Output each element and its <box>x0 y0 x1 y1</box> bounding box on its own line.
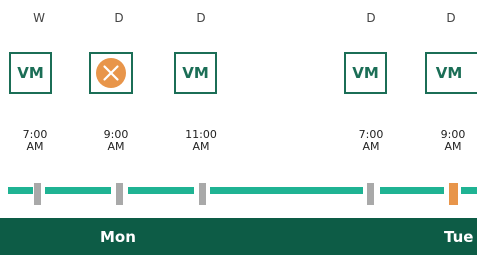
vm-tile[interactable]: VM <box>344 52 387 94</box>
track-segment <box>461 187 477 194</box>
timeline-entry[interactable]: D VM 7:00 AM <box>341 0 401 175</box>
failed-point-tick[interactable] <box>449 183 458 205</box>
time-label: 7:00 AM <box>5 129 65 153</box>
vm-tile[interactable]: VM <box>174 52 217 94</box>
backup-type-label: D <box>366 11 376 25</box>
track-segment <box>210 187 363 194</box>
restore-point-tick[interactable] <box>199 183 206 205</box>
backup-type-label: D <box>114 11 124 25</box>
time-label: 9:00 AM <box>423 129 477 153</box>
vm-tile-label: VM <box>435 64 463 82</box>
day-label-tue[interactable]: Tue <box>444 228 473 246</box>
vm-tile[interactable]: VM <box>9 52 52 94</box>
restore-point-tick[interactable] <box>116 183 123 205</box>
track-segment <box>45 187 111 194</box>
day-label-mon[interactable]: Mon <box>100 228 136 246</box>
time-meridiem: AM <box>192 140 210 153</box>
backup-type-label: D <box>196 11 206 25</box>
backup-type-label: W <box>33 11 45 25</box>
error-x-icon <box>96 58 126 88</box>
track-segment <box>128 187 194 194</box>
vm-tile-label: VM <box>17 64 44 82</box>
vm-tile-label: VM <box>352 64 379 82</box>
timeline-entry[interactable]: W VM 7:00 AM <box>9 0 69 175</box>
timeline-entry[interactable]: D VM 9:00 AM <box>421 0 477 175</box>
time-meridiem: AM <box>26 140 44 153</box>
time-meridiem: AM <box>362 140 380 153</box>
vm-tile-label: VM <box>182 64 209 82</box>
timeline-track[interactable] <box>0 183 477 205</box>
time-meridiem: AM <box>107 140 125 153</box>
time-label: 7:00 AM <box>341 129 401 153</box>
time-label: 11:00 AM <box>171 129 231 153</box>
backup-type-label: D <box>446 11 456 25</box>
error-tile[interactable] <box>89 52 133 94</box>
track-segment <box>8 187 33 194</box>
restore-point-tick[interactable] <box>367 183 374 205</box>
day-bar: Mon Tue <box>0 218 477 255</box>
time-meridiem: AM <box>444 140 462 153</box>
vm-tile[interactable]: VM <box>425 52 477 94</box>
timeline-entry[interactable]: D 9:00 AM <box>89 0 149 175</box>
timeline-entry[interactable]: D VM 11:00 AM <box>171 0 231 175</box>
restore-point-tick[interactable] <box>34 183 41 205</box>
track-segment <box>380 187 444 194</box>
time-label: 9:00 AM <box>86 129 146 153</box>
